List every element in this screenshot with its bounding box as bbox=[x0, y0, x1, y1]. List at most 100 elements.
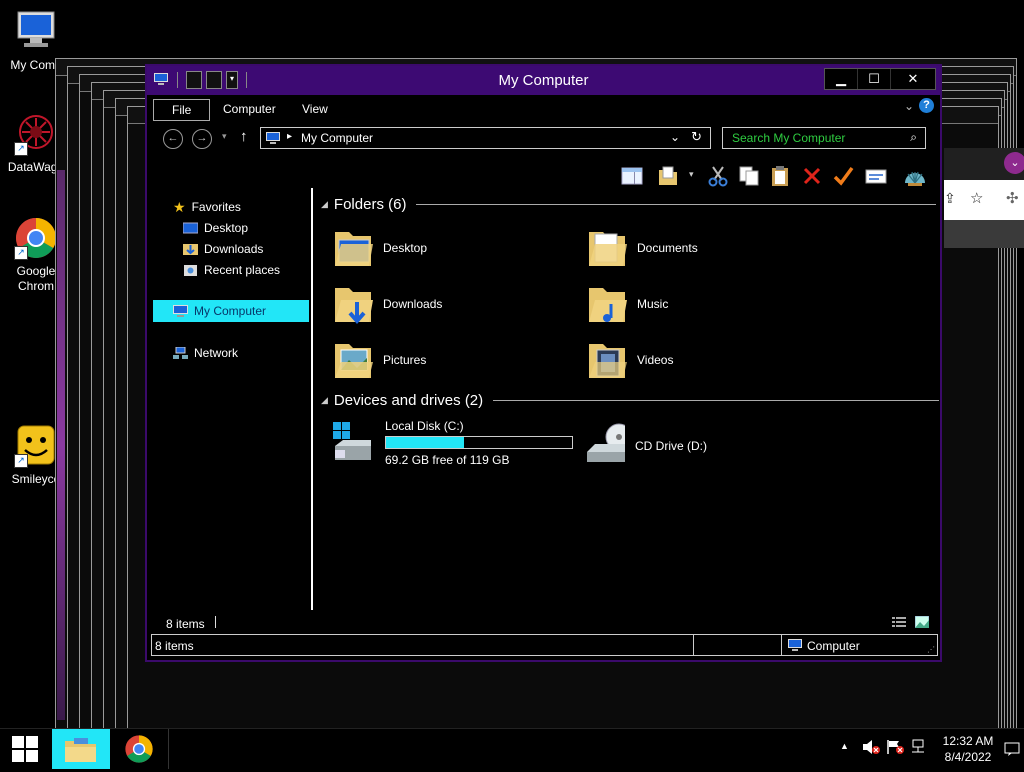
share-icon: ⇪ bbox=[944, 190, 956, 206]
copy-icon[interactable] bbox=[738, 165, 760, 187]
drive-name: CD Drive (D:) bbox=[635, 439, 707, 453]
up-button[interactable]: ↑ bbox=[240, 128, 248, 145]
collapse-triangle-icon[interactable]: ◢ bbox=[321, 395, 328, 406]
shortcut-arrow-icon: ↗ bbox=[14, 246, 28, 260]
nav-item-recent-places[interactable]: Recent places bbox=[183, 261, 280, 279]
nav-label: My Computer bbox=[194, 304, 267, 318]
search-icon[interactable]: ⌕ bbox=[910, 130, 917, 145]
group-title: Devices and drives (2) bbox=[333, 392, 484, 409]
tab-file[interactable]: File bbox=[153, 99, 211, 121]
chrome-icon bbox=[125, 735, 153, 763]
folder-music[interactable]: Music bbox=[587, 280, 668, 328]
extensions-icon: ✣ bbox=[1006, 190, 1019, 207]
shortcut-arrow-icon: ↗ bbox=[14, 142, 28, 156]
address-row: ← → ▾ ↑ ▸ My Computer ⌄ ↻ Search My Comp… bbox=[147, 121, 940, 155]
folder-label: Desktop bbox=[383, 241, 428, 255]
tab-view[interactable]: View bbox=[290, 99, 340, 119]
status-bar: 8 items Computer ⋰ bbox=[151, 634, 938, 656]
tab-computer[interactable]: Computer bbox=[211, 99, 288, 119]
recent-locations-icon[interactable]: ▾ bbox=[222, 131, 227, 142]
nav-item-downloads[interactable]: Downloads bbox=[183, 240, 263, 258]
drive-cd-d[interactable]: CD Drive (D:) bbox=[585, 422, 707, 470]
shortcut-arrow-icon: ↗ bbox=[14, 454, 28, 468]
title-bar[interactable]: ▾ My Computer ▁ ☐ ✕ bbox=[147, 66, 940, 95]
nav-favorites[interactable]: ★ Favorites bbox=[173, 198, 241, 216]
smiley-icon: ↗ bbox=[14, 424, 58, 468]
drive-name: Local Disk (C:) bbox=[385, 419, 464, 433]
properties-icon[interactable] bbox=[865, 165, 887, 187]
large-icons-view-icon[interactable] bbox=[914, 615, 930, 631]
group-header-folders[interactable]: ◢ Folders (6) bbox=[321, 196, 937, 213]
preview-pane-icon[interactable] bbox=[621, 165, 643, 187]
address-bar[interactable]: ▸ My Computer ⌄ ↻ bbox=[260, 127, 711, 149]
taskbar-clock[interactable]: 12:32 AM 8/4/2022 bbox=[936, 733, 1000, 765]
background-browser-window: ⌄ ⇪ ☆ ✣ bbox=[944, 148, 1024, 248]
desktop-icon-label: Google Chrom bbox=[16, 264, 56, 293]
volume-muted-icon[interactable] bbox=[862, 739, 880, 758]
taskbar-chrome[interactable] bbox=[112, 729, 166, 769]
network-status-icon[interactable] bbox=[909, 739, 927, 758]
action-center-flag-icon[interactable] bbox=[886, 739, 904, 758]
layout-folder-icon[interactable] bbox=[657, 165, 679, 187]
taskbar-file-explorer[interactable] bbox=[52, 729, 110, 769]
start-button[interactable] bbox=[0, 729, 50, 769]
cd-drive-icon bbox=[587, 423, 625, 462]
drive-free-space: 69.2 GB free of 119 GB bbox=[385, 453, 510, 467]
expand-ribbon-icon[interactable]: ⌄ bbox=[904, 99, 914, 113]
refresh-icon[interactable]: ↻ bbox=[691, 129, 702, 145]
ribbon-tabs: File Computer View ⌄ ? bbox=[147, 95, 940, 121]
folder-label: Pictures bbox=[383, 353, 427, 367]
nav-item-desktop[interactable]: Desktop bbox=[183, 219, 248, 237]
drive-local-disk-c[interactable]: Local Disk (C:) 69.2 GB free of 119 GB bbox=[331, 419, 573, 468]
computer-icon bbox=[173, 304, 188, 317]
folder-pictures[interactable]: Pictures bbox=[333, 336, 426, 384]
computer-icon bbox=[14, 10, 58, 54]
resize-grip-icon[interactable]: ⋰ bbox=[927, 645, 935, 654]
drive-usage-bar bbox=[385, 436, 573, 449]
shell-icon[interactable] bbox=[903, 165, 925, 187]
search-placeholder: Search My Computer bbox=[732, 131, 846, 145]
group-header-devices[interactable]: ◢ Devices and drives (2) bbox=[321, 392, 940, 409]
folder-documents[interactable]: Documents bbox=[587, 224, 698, 272]
collapse-triangle-icon[interactable]: ◢ bbox=[321, 199, 328, 210]
folder-downloads[interactable]: Downloads bbox=[333, 280, 442, 328]
notification-icon[interactable] bbox=[1004, 742, 1020, 759]
desktop-icon bbox=[183, 222, 198, 233]
desktop-folder-icon bbox=[335, 232, 373, 266]
details-view-icon[interactable] bbox=[892, 616, 906, 631]
show-hidden-icons-button[interactable]: ▲ bbox=[840, 741, 849, 751]
pictures-folder-icon bbox=[335, 344, 373, 378]
nav-item-my-computer[interactable]: My Computer bbox=[173, 302, 266, 320]
maximize-button[interactable]: ☐ bbox=[857, 69, 890, 89]
folder-desktop[interactable]: Desktop bbox=[333, 224, 427, 272]
clock-time: 12:32 AM bbox=[942, 734, 994, 748]
nav-item-network[interactable]: Network bbox=[173, 344, 238, 362]
delete-icon[interactable] bbox=[801, 165, 823, 187]
group-title: Folders (6) bbox=[333, 196, 407, 213]
cut-icon[interactable] bbox=[707, 165, 729, 187]
profile-icon: ⌄ bbox=[1004, 152, 1024, 174]
paste-icon[interactable] bbox=[769, 165, 791, 187]
forward-button[interactable]: → bbox=[192, 129, 212, 149]
status-items: 8 items bbox=[155, 639, 194, 653]
star-icon: ★ bbox=[173, 199, 186, 215]
folder-videos[interactable]: Videos bbox=[587, 336, 673, 384]
breadcrumb-separator-icon[interactable]: ▸ bbox=[287, 131, 292, 142]
back-button[interactable]: ← bbox=[163, 129, 183, 149]
search-box[interactable]: Search My Computer ⌕ bbox=[722, 127, 926, 149]
close-button[interactable]: ✕ bbox=[890, 69, 935, 89]
help-icon[interactable]: ? bbox=[919, 98, 934, 113]
nav-label: Recent places bbox=[204, 263, 281, 277]
hard-drive-icon bbox=[333, 422, 371, 460]
layout-dropdown-icon[interactable]: ▾ bbox=[689, 169, 694, 180]
minimize-button[interactable]: ▁ bbox=[825, 69, 857, 89]
windows-logo-icon bbox=[12, 736, 38, 762]
recent-places-icon bbox=[184, 264, 197, 276]
ghost-strip bbox=[57, 170, 65, 720]
address-dropdown-icon[interactable]: ⌄ bbox=[670, 130, 680, 144]
status-location: Computer bbox=[807, 639, 860, 653]
taskbar: ▲ 12:32 AM 8/4/2022 bbox=[0, 728, 1024, 769]
file-explorer-icon bbox=[65, 738, 96, 762]
details-status-row: 8 items bbox=[147, 612, 940, 634]
rename-check-icon[interactable] bbox=[832, 165, 854, 187]
